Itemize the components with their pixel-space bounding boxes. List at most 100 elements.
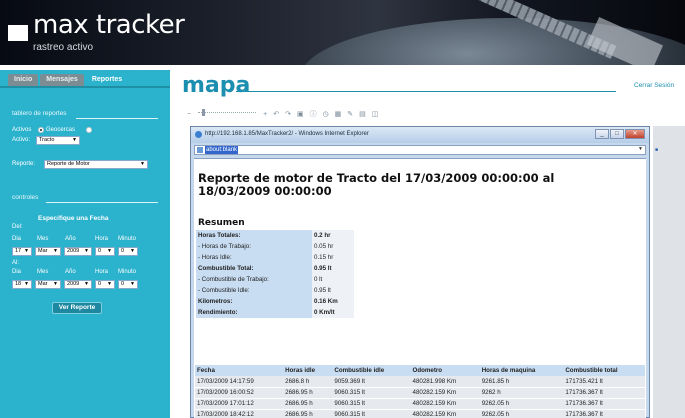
browser-content: Reporte de motor de Tracto del 17/03/200… [194,158,646,418]
chevron-down-icon: ▼ [53,248,58,254]
table-cell: 9060.315 lt [332,387,411,399]
table-cell: 17/03/2009 16:00:52 [195,387,284,399]
col-dia: Dia [12,236,22,242]
table-cell: 9262.05 h [479,409,564,418]
column-header: Combustible total [563,365,645,376]
info-icon[interactable]: ⓘ [310,109,317,119]
close-button[interactable]: ✕ [625,129,645,139]
controls-heading: controles [12,194,39,201]
to-minute-value: 0 [121,281,125,287]
from-hour-select[interactable]: 0 ▼ [95,247,115,256]
table-cell: 2686.95 h [283,387,333,399]
to-hour-select[interactable]: 0 ▼ [95,280,115,289]
to-month-select[interactable]: Mar ▼ [35,280,61,289]
zoom-out-icon[interactable]: − [187,111,191,118]
from-year-value: 2009 [67,248,80,254]
summary-row: - Combustible Idle: 0.95 lt [196,285,354,296]
divider [46,202,158,203]
table-cell: 9262 h [479,387,564,399]
map-link-icon[interactable]: ■ [655,147,658,153]
table-row: 17/03/2009 18:42:12 2686.95 h 9060.315 lt 4… [195,409,645,418]
from-minute-select[interactable]: 0 ▼ [118,247,138,256]
date-heading: Especifique una Fecha [38,215,109,222]
summary-row: Horas Totales: 0.2 hr [196,230,354,241]
zoom-in-icon[interactable]: + [263,111,267,118]
map-toolbar: − + ↶ ↷ ▣ ⓘ ◷ ▦ ✎ ▤ ◫ [184,109,381,119]
from-day-select[interactable]: 17 ▼ [12,247,32,256]
chevron-down-icon: ▼ [84,281,89,287]
col-anio: Año [65,236,76,242]
table-cell: 171735.421 lt [563,376,645,388]
to-day-select[interactable]: 18 ▼ [12,280,32,289]
summary-value: 0.95 lt [312,285,354,296]
table-cell: 171736.367 lt [563,409,645,418]
address-bar[interactable]: about:blank ▼ [194,145,646,155]
summary-value: 0 lt [312,274,354,285]
from-year-select[interactable]: 2009 ▼ [64,247,92,256]
browser-popup-window: http://192.168.1.85/MaxTracker2/ - Windo… [190,126,650,418]
from-label: Del: [12,224,23,230]
chevron-down-icon: ▼ [130,248,135,254]
grid-icon[interactable]: ▦ [335,110,342,118]
from-month-select[interactable]: Mar ▼ [35,247,61,256]
summary-row: - Combustible de Trabajo: 0 lt [196,274,354,285]
tab-underline [0,86,170,88]
report-board-heading: tablero de reportes [12,110,67,117]
pan-right-icon[interactable]: ↷ [285,110,291,118]
chevron-down-icon: ▼ [107,248,112,254]
geocercas-radio[interactable] [86,127,92,133]
summary-row: Kilometros: 0.16 Km [196,296,354,307]
chevron-down-icon: ▼ [24,281,29,287]
browser-window-title: http://192.168.1.85/MaxTracker2/ - Windo… [205,131,369,137]
to-year-select[interactable]: 2009 ▼ [64,280,92,289]
minimize-button[interactable]: _ [595,129,609,139]
measure-icon[interactable]: ◷ [323,110,329,118]
browser-titlebar: http://192.168.1.85/MaxTracker2/ - Windo… [191,127,649,143]
pan-left-icon[interactable]: ↶ [273,110,279,118]
summary-heading: Resumen [198,218,245,228]
print-icon[interactable]: ▤ [359,110,366,118]
zoom-slider[interactable] [198,109,257,116]
save-icon[interactable]: ▣ [297,110,304,118]
from-hour-value: 0 [98,248,102,254]
col-minuto: Minuto [118,269,137,275]
logout-link[interactable]: Cerrar Sesión [634,82,674,89]
maximize-button[interactable]: □ [610,129,624,139]
col-mes: Mes [37,236,49,242]
title-underline [236,91,616,92]
reporte-select-value: Reporte de Motor [47,161,90,167]
table-cell: 9262.05 h [479,398,564,410]
chevron-down-icon[interactable]: ▼ [638,146,643,152]
app-tagline: rastreo activo [33,42,94,53]
to-minute-select[interactable]: 0 ▼ [118,280,138,289]
to-hour-value: 0 [98,281,102,287]
table-row: 17/03/2009 16:00:52 2686.95 h 9060.315 lt 4… [195,387,645,399]
map-area[interactable]: ■ [653,126,685,418]
col-hora: Hora [95,236,109,242]
column-header: Horas idle [283,365,333,376]
summary-key: - Horas de Trabajo: [196,241,312,252]
table-cell: 480282.159 Km [410,387,480,399]
table-cell: 17/03/2009 17:01:12 [195,398,284,410]
summary-key: - Horas Idle: [196,252,312,263]
chevron-down-icon: ▼ [53,281,58,287]
reporte-select[interactable]: Reporte de Motor ▼ [44,160,148,169]
col-anio: Año [65,269,76,275]
summary-key: - Combustible Idle: [196,285,312,296]
table-row: 17/03/2009 14:17:59 2686.8 h 9059.369 lt 48… [195,376,645,388]
reporte-label: Reporte: [12,161,36,167]
table-cell: 480282.159 Km [410,409,480,418]
divider [76,118,158,119]
draw-icon[interactable]: ✎ [347,110,353,118]
view-report-button[interactable]: Ver Reporte [52,302,102,314]
column-header: Horas de maquina [479,365,564,376]
activos-radio[interactable] [38,127,44,133]
activo-select[interactable]: Tracto ▼ [36,136,80,145]
layers-icon[interactable]: ◫ [372,110,379,118]
activo-label: Activo: [12,137,31,143]
chevron-down-icon: ▼ [72,137,77,143]
summary-row: - Horas de Trabajo: 0.05 hr [196,241,354,252]
summary-value: 0.2 hr [312,230,354,241]
table-cell: 2686.95 h [283,409,333,418]
summary-key: Kilometros: [196,296,312,307]
